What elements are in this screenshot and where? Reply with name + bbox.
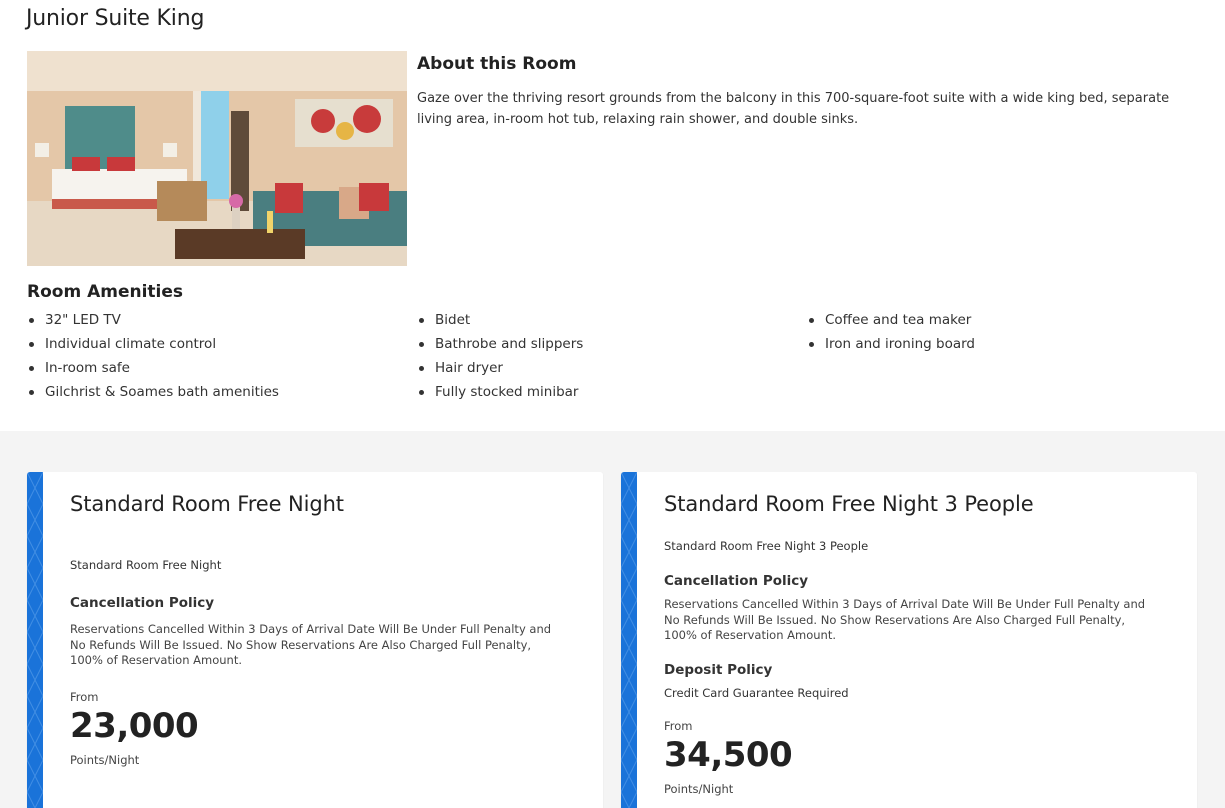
amenity-item: Iron and ironing board bbox=[807, 332, 1197, 356]
amenity-item: Bathrobe and slippers bbox=[417, 332, 807, 356]
rate-title: Standard Room Free Night 3 People bbox=[664, 492, 1034, 516]
rate-subtitle: Standard Room Free Night 3 People bbox=[664, 539, 869, 553]
rate-subtitle: Standard Room Free Night bbox=[70, 558, 222, 572]
price-from-label: From bbox=[664, 719, 693, 733]
amenity-item: Gilchrist & Soames bath amenities bbox=[27, 380, 417, 404]
amenities-heading: Room Amenities bbox=[27, 282, 184, 302]
rate-card-3-people[interactable]: Standard Room Free Night 3 People Standa… bbox=[621, 472, 1197, 808]
rate-card-standard[interactable]: Standard Room Free Night Standard Room F… bbox=[27, 472, 603, 808]
amenity-item: Individual climate control bbox=[27, 332, 417, 356]
amenity-item: Hair dryer bbox=[417, 356, 807, 380]
amenities-grid: 32" LED TV Individual climate control In… bbox=[27, 308, 1197, 404]
rate-title: Standard Room Free Night bbox=[70, 492, 344, 516]
amenities-column-2: Bidet Bathrobe and slippers Hair dryer F… bbox=[417, 308, 807, 404]
cancellation-policy-text: Reservations Cancelled Within 3 Days of … bbox=[70, 622, 552, 667]
amenity-item: 32" LED TV bbox=[27, 308, 417, 332]
price-unit: Points/Night bbox=[70, 753, 140, 767]
price-unit: Points/Night bbox=[664, 782, 734, 796]
cancellation-policy-heading: Cancellation Policy bbox=[70, 595, 215, 611]
card-accent bbox=[27, 472, 43, 808]
price-from-label: From bbox=[70, 690, 99, 704]
price-value: 34,500 bbox=[664, 735, 793, 775]
room-photo bbox=[27, 51, 407, 266]
amenities-section: Room Amenities 32" LED TV Individual cli… bbox=[27, 282, 1197, 404]
card-accent bbox=[621, 472, 637, 808]
amenity-item: Coffee and tea maker bbox=[807, 308, 1197, 332]
amenity-item: Fully stocked minibar bbox=[417, 380, 807, 404]
about-heading: About this Room bbox=[417, 54, 577, 74]
about-section: About this Room Gaze over the thriving r… bbox=[417, 54, 1187, 130]
deposit-policy-heading: Deposit Policy bbox=[664, 662, 773, 678]
price-value: 23,000 bbox=[70, 706, 199, 746]
amenity-item: In-room safe bbox=[27, 356, 417, 380]
cancellation-policy-text: Reservations Cancelled Within 3 Days of … bbox=[664, 597, 1146, 642]
amenities-column-1: 32" LED TV Individual climate control In… bbox=[27, 308, 417, 404]
amenity-item: Bidet bbox=[417, 308, 807, 332]
deposit-policy-text: Credit Card Guarantee Required bbox=[664, 686, 849, 700]
amenities-column-3: Coffee and tea maker Iron and ironing bo… bbox=[807, 308, 1197, 404]
room-title: Junior Suite King bbox=[26, 6, 205, 31]
about-description: Gaze over the thriving resort grounds fr… bbox=[417, 91, 1170, 127]
cancellation-policy-heading: Cancellation Policy bbox=[664, 573, 809, 589]
